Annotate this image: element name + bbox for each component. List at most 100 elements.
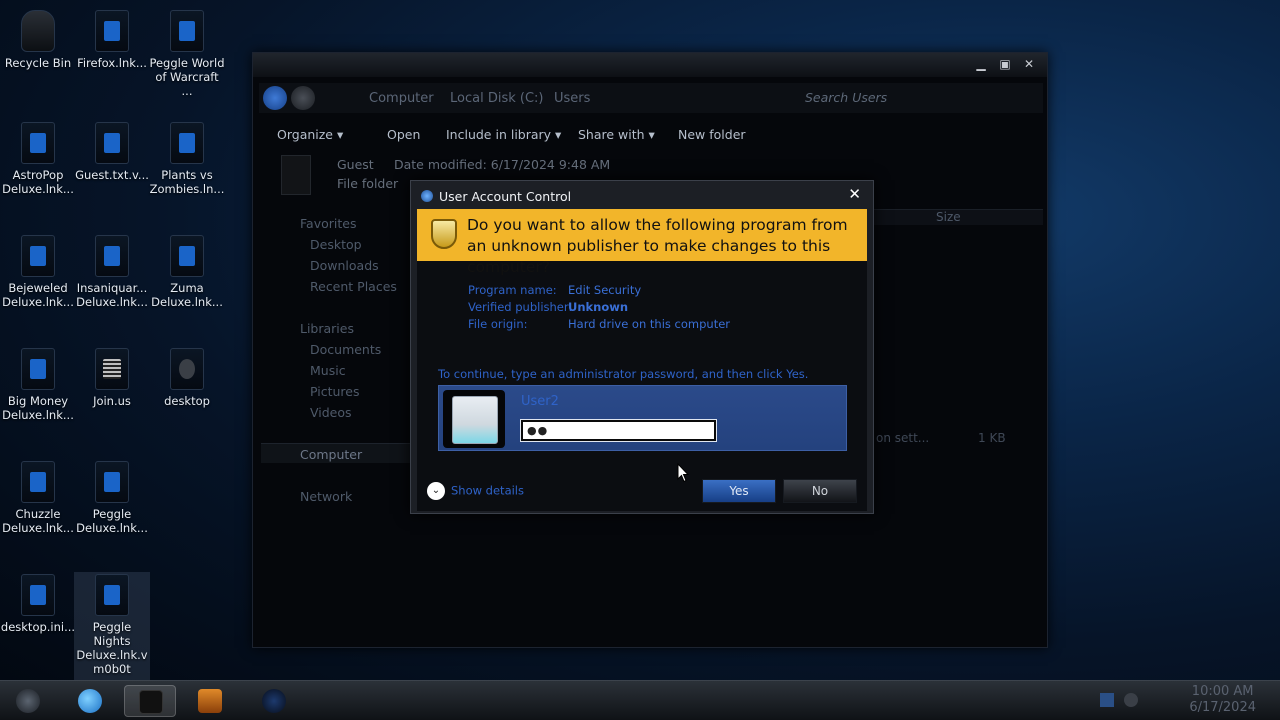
taskbar-media-player[interactable] (184, 685, 236, 717)
password-field[interactable]: ●● (520, 419, 717, 442)
no-button[interactable]: No (783, 479, 857, 503)
shortcut-icon (21, 122, 55, 164)
clock-time: 10:00 AM (1191, 684, 1254, 699)
desktop-icon-zuma[interactable]: Zuma Deluxe.lnk... (149, 235, 225, 309)
start-orb-icon (16, 689, 40, 713)
nav-videos[interactable]: Videos (310, 405, 352, 420)
show-details-toggle[interactable]: ⌄ Show details (427, 482, 524, 500)
size-column-header[interactable]: Size (936, 210, 961, 224)
start-button[interactable] (2, 685, 54, 717)
selected-item-type: File folder (337, 176, 399, 191)
close-button[interactable]: ✕ (1021, 57, 1037, 71)
settings-file-icon (170, 348, 204, 390)
desktop-icon-join-us[interactable]: Join.us (74, 348, 150, 408)
nav-recent-places[interactable]: Recent Places (310, 279, 397, 294)
media-player-icon (198, 689, 222, 713)
breadcrumb-users[interactable]: Users (554, 91, 590, 106)
taskbar-app[interactable] (248, 685, 300, 717)
desktop-icon-label: Recycle Bin (4, 56, 72, 70)
file-origin-label: File origin: (468, 317, 528, 331)
explorer-titlebar[interactable]: ▁ ▣ ✕ (253, 53, 1047, 77)
desktop-icon-big-money[interactable]: Big Money Deluxe.lnk... (0, 348, 76, 422)
desktop-icon-recycle-bin[interactable]: Recycle Bin (0, 10, 76, 70)
include-in-library-menu[interactable]: Include in library ▾ (446, 127, 561, 142)
shortcut-icon (170, 235, 204, 277)
search-input[interactable]: Search Users (799, 87, 1037, 109)
desktop-icon-astropop[interactable]: AstroPop Deluxe.lnk... (0, 122, 76, 196)
nav-libraries[interactable]: Libraries (300, 321, 354, 336)
mouse-cursor-icon (677, 462, 690, 487)
nav-pictures[interactable]: Pictures (310, 384, 360, 399)
desktop-icon-label: Big Money Deluxe.lnk... (2, 394, 74, 422)
new-folder-button[interactable]: New folder (678, 127, 746, 142)
minimize-button[interactable]: ▁ (973, 57, 989, 71)
nav-favorites[interactable]: Favorites (300, 216, 356, 231)
desktop-icon-peggle-nights[interactable]: Peggle Nights Deluxe.lnk.v m0b0t (74, 572, 150, 680)
recycle-bin-icon (21, 10, 55, 52)
uac-instruction: To continue, type an administrator passw… (438, 367, 809, 381)
warning-shield-icon (431, 219, 457, 249)
breadcrumb-local-disk[interactable]: Local Disk (C:) (450, 91, 543, 106)
desktop-icon-desktop-ini-2[interactable]: desktop.ini... (0, 574, 76, 634)
credential-tile[interactable]: User2 ●● (438, 385, 847, 451)
shortcut-icon (95, 122, 129, 164)
taskbar-explorer[interactable] (124, 685, 176, 717)
chevron-down-icon[interactable]: ⌄ (427, 482, 445, 500)
desktop-icon-label: Chuzzle Deluxe.lnk... (2, 507, 74, 535)
shortcut-icon (21, 461, 55, 503)
share-with-menu[interactable]: Share with ▾ (578, 127, 655, 142)
folder-icon (281, 155, 311, 195)
desktop-icon-desktop-ini[interactable]: desktop (149, 348, 225, 408)
nav-computer[interactable]: Computer (261, 443, 411, 463)
volume-tray-icon[interactable] (1124, 693, 1138, 707)
open-button[interactable]: Open (387, 127, 420, 142)
forward-arrow-icon[interactable] (291, 86, 315, 110)
internet-explorer-icon (78, 689, 102, 713)
maximize-button[interactable]: ▣ (997, 57, 1013, 71)
uac-question: Do you want to allow the following progr… (467, 216, 848, 276)
yes-button[interactable]: Yes (702, 479, 776, 503)
uac-dialog[interactable]: User Account Control ✕ Do you want to al… (410, 180, 874, 514)
address-bar[interactable]: Computer Local Disk (C:) Users Search Us… (259, 83, 1043, 113)
organize-menu[interactable]: Organize ▾ (277, 127, 343, 142)
breadcrumb-computer[interactable]: Computer (369, 91, 434, 106)
network-tray-icon[interactable] (1100, 693, 1114, 707)
globe-icon (262, 689, 286, 713)
desktop-icon-label: Peggle Nights Deluxe.lnk.v m0b0t (76, 620, 148, 676)
nav-network[interactable]: Network (300, 489, 352, 504)
desktop-icon-label: Peggle Deluxe.lnk... (76, 507, 148, 535)
desktop-icon-chuzzle[interactable]: Chuzzle Deluxe.lnk... (0, 461, 76, 535)
nav-downloads[interactable]: Downloads (310, 258, 379, 273)
folder-icon (139, 690, 163, 714)
file-row-size: 1 KB (978, 431, 1006, 445)
desktop-icon-label: Insaniquar... Deluxe.lnk... (76, 281, 148, 309)
desktop-icon-bejeweled[interactable]: Bejeweled Deluxe.lnk... (0, 235, 76, 309)
desktop-icon-label: Join.us (93, 394, 131, 408)
show-details-label[interactable]: Show details (451, 484, 524, 498)
taskbar-internet-explorer[interactable] (64, 685, 116, 717)
shortcut-icon (21, 574, 55, 616)
publisher-label: Verified publisher: (468, 300, 573, 314)
clock-date: 6/17/2024 (1189, 700, 1256, 715)
explorer-toolbar: Organize ▾ Open Include in library ▾ Sha… (253, 119, 1047, 149)
credential-username: User2 (521, 394, 559, 409)
nav-desktop[interactable]: Desktop (310, 237, 362, 252)
uac-body: Do you want to allow the following progr… (417, 209, 867, 511)
file-origin-value: Hard drive on this computer (568, 317, 731, 331)
desktop-icon-peggle[interactable]: Peggle Deluxe.lnk... (74, 461, 150, 535)
desktop-icon-peggle-wow[interactable]: Peggle World of Warcraft ... (149, 10, 225, 98)
nav-music[interactable]: Music (310, 363, 346, 378)
uac-close-button[interactable]: ✕ (848, 185, 861, 203)
desktop-icon-firefox[interactable]: Firefox.lnk... (74, 10, 150, 70)
back-arrow-icon[interactable] (263, 86, 287, 110)
desktop-icon-guest-txt[interactable]: Guest.txt.v... (74, 122, 150, 182)
desktop-icon-label: desktop (164, 394, 210, 408)
desktop-icon-label: Zuma Deluxe.lnk... (151, 281, 223, 309)
desktop-icon-insaniquarium[interactable]: Insaniquar... Deluxe.lnk... (74, 235, 150, 309)
desktop-icon-plants-vs-zombies[interactable]: Plants vs Zombies.ln... (149, 122, 225, 196)
program-name-label: Program name: (468, 283, 557, 297)
shortcut-icon (95, 461, 129, 503)
nav-documents[interactable]: Documents (310, 342, 381, 357)
system-clock[interactable]: 10:00 AM 6/17/2024 (1189, 684, 1256, 716)
selected-item-name: Guest (337, 157, 374, 172)
